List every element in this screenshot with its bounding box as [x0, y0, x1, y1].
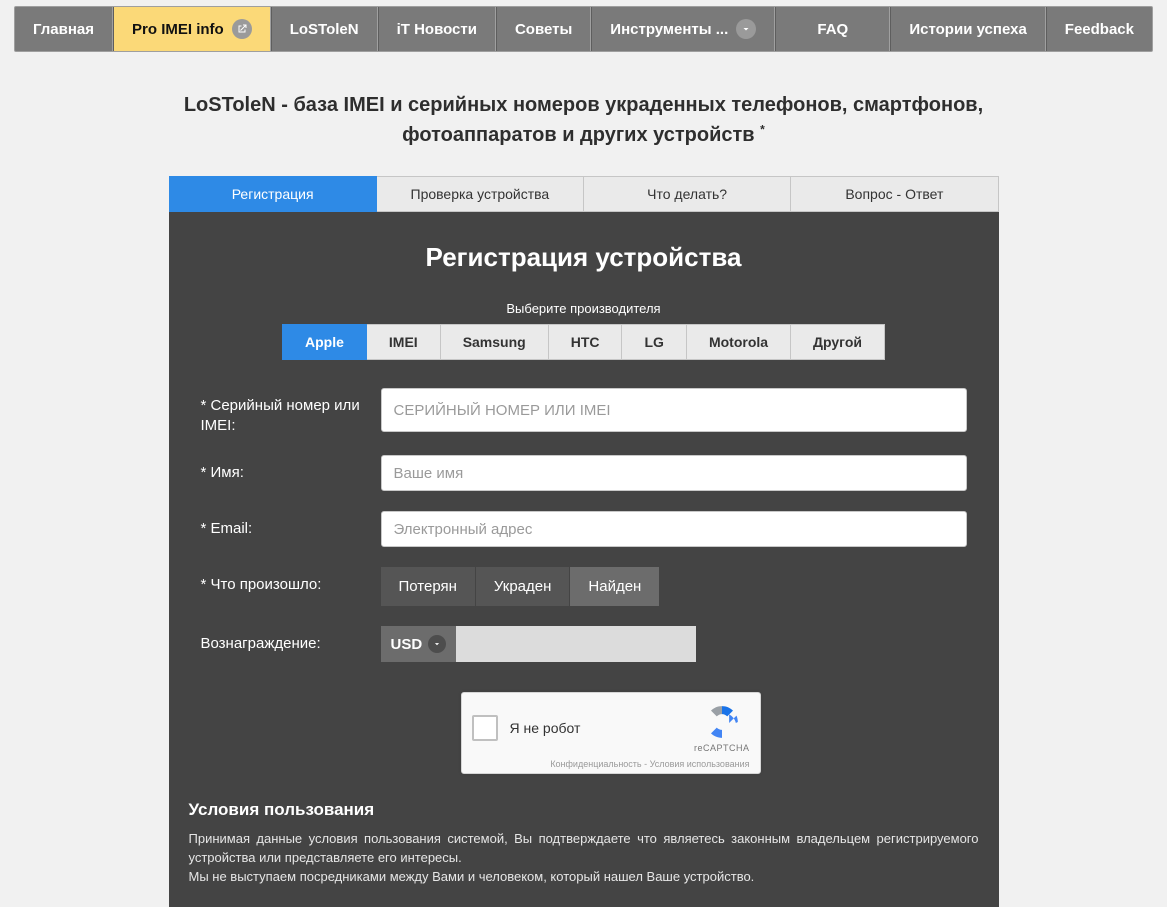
nav-feedback[interactable]: Feedback [1046, 7, 1152, 51]
status-found-button[interactable]: Найден [570, 567, 659, 606]
email-label: * Email: [201, 511, 361, 539]
nav-label: Pro IMEI info [132, 21, 224, 38]
brand-tabs: Apple IMEI Samsung HTC LG Motorola Друго… [189, 324, 979, 360]
nav-label: LoSToleN [290, 21, 359, 38]
brand-motorola[interactable]: Motorola [687, 324, 791, 360]
nav-label: Истории успеха [909, 21, 1026, 38]
nav-pro-imei[interactable]: Pro IMEI info [113, 7, 271, 51]
tab-faq[interactable]: Вопрос - Ответ [791, 176, 998, 212]
status-stolen-button[interactable]: Украден [476, 567, 570, 606]
currency-select[interactable]: USD [381, 626, 457, 662]
recaptcha-brand: reCAPTCHA [694, 743, 750, 753]
name-input[interactable] [381, 455, 967, 491]
choose-manufacturer-label: Выберите производителя [189, 301, 979, 316]
panel-heading: Регистрация устройства [189, 242, 979, 273]
status-lost-button[interactable]: Потерян [381, 567, 476, 606]
recaptcha-logo-icon [703, 703, 741, 741]
recaptcha-checkbox[interactable] [472, 715, 498, 741]
nav-lostolen[interactable]: LoSToleN [271, 7, 378, 51]
tab-check[interactable]: Проверка устройства [377, 176, 584, 212]
nav-label: iT Новости [397, 21, 477, 38]
email-input[interactable] [381, 511, 967, 547]
serial-input[interactable] [381, 388, 967, 432]
external-link-icon [232, 19, 252, 39]
brand-lg[interactable]: LG [622, 324, 686, 360]
page-title-text: LoSToleN - база IMEI и серийных номеров … [184, 94, 983, 146]
nav-tools[interactable]: Инструменты ... [591, 7, 775, 51]
page-title: LoSToleN - база IMEI и серийных номеров … [134, 90, 1034, 150]
name-label: * Имя: [201, 455, 361, 483]
brand-imei[interactable]: IMEI [367, 324, 441, 360]
reward-input[interactable] [456, 626, 696, 662]
nav-label: Инструменты ... [610, 21, 728, 38]
recaptcha-label: Я не робот [510, 720, 581, 736]
status-options: Потерян Украден Найден [381, 567, 967, 606]
recaptcha-terms[interactable]: Конфиденциальность - Условия использован… [472, 759, 750, 769]
nav-label: Feedback [1065, 21, 1134, 38]
recaptcha: Я не робот reCAPTCHA Конф [461, 692, 761, 774]
currency-value: USD [391, 636, 423, 653]
nav-success[interactable]: Истории успеха [890, 7, 1045, 51]
nav-label: Советы [515, 21, 572, 38]
terms-body: Принимая данные условия пользования сист… [189, 830, 979, 887]
tab-what-to-do[interactable]: Что делать? [584, 176, 791, 212]
brand-other[interactable]: Другой [791, 324, 885, 360]
nav-it-news[interactable]: iT Новости [378, 7, 496, 51]
panel-tabs: Регистрация Проверка устройства Что дела… [169, 176, 999, 212]
brand-htc[interactable]: HTC [549, 324, 623, 360]
terms-p1: Принимая данные условия пользования сист… [189, 831, 979, 865]
panel-body: Регистрация устройства Выберите производ… [169, 212, 999, 907]
register-form: * Серийный номер или IMEI: * Имя: * Emai… [189, 388, 979, 774]
page-title-sup: * [760, 122, 765, 136]
chevron-down-icon [736, 19, 756, 39]
brand-samsung[interactable]: Samsung [441, 324, 549, 360]
nav-label: Главная [33, 21, 94, 38]
status-label: * Что произошло: [201, 567, 361, 595]
nav-home[interactable]: Главная [15, 7, 113, 51]
nav-tips[interactable]: Советы [496, 7, 591, 51]
chevron-down-icon [428, 635, 446, 653]
terms-heading: Условия пользования [189, 800, 979, 820]
nav-label: FAQ [817, 21, 848, 38]
serial-label: * Серийный номер или IMEI: [201, 388, 361, 435]
terms-p2: Мы не выступаем посредниками между Вами … [189, 869, 755, 884]
brand-apple[interactable]: Apple [282, 324, 367, 360]
top-nav: Главная Pro IMEI info LoSToleN iT Новост… [14, 6, 1153, 52]
reward-label: Вознаграждение: [201, 626, 361, 654]
nav-faq[interactable]: FAQ [775, 7, 890, 51]
tab-register[interactable]: Регистрация [169, 176, 377, 212]
